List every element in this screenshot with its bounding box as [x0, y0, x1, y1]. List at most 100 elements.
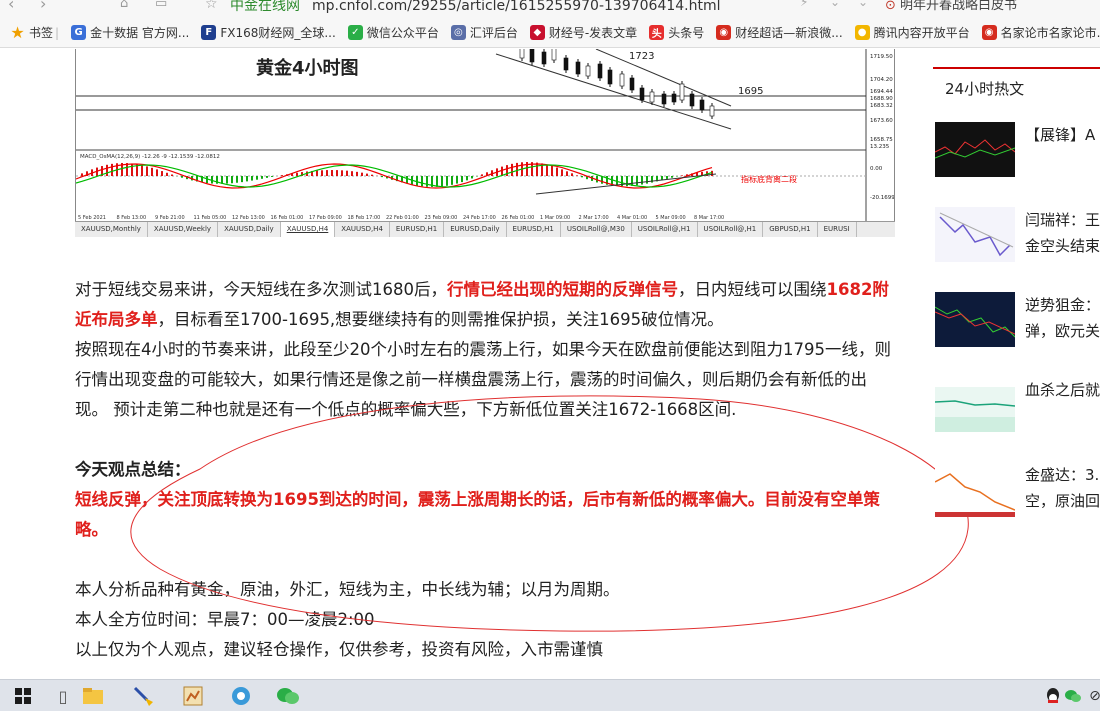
candle-body: [541, 51, 547, 65]
bookmark-item[interactable]: F FX168财经网_全球...: [201, 24, 336, 41]
gold-4h-chart-image: 黄金4小时图 1723 1695 1719.50 1704.20 1694.44 1688.…: [75, 49, 895, 237]
divergence-annotation: 指标底背离二段: [741, 174, 797, 184]
lightning-icon[interactable]: ⚡: [800, 0, 808, 9]
candle-body: [597, 63, 603, 79]
chart-symbol-tabs: XAUUSD,Monthly XAUUSD,Weekly XAUUSD,Daily X…: [75, 221, 895, 237]
title-line: 【展锋】A: [1025, 126, 1096, 144]
chart-tab[interactable]: EURUSD,H1: [390, 222, 445, 237]
article-title[interactable]: 血杀之后就: [1025, 377, 1100, 403]
price-axis-label: -20.1699: [870, 195, 894, 201]
sidebar-hot-articles: 24小时热文 【展锋】A 闫瑞祥：王 金空头结束 逆势狙金： 弹，欧元关血杀之后就金盛达…: [933, 49, 1100, 679]
jin10-icon: G: [71, 25, 87, 40]
label-1695: 1695: [738, 86, 763, 97]
chart-tab[interactable]: XAUUSD,Daily: [218, 222, 281, 237]
url-field[interactable]: 中金在线网 mp.cnfol.com/29255/article/16152559…: [230, 0, 721, 15]
sidebar-article-item[interactable]: 血杀之后就: [933, 377, 1100, 447]
article-thumbnail[interactable]: [935, 377, 1015, 432]
candle-body: [639, 87, 645, 101]
chart-tab[interactable]: USOILRoll@,H1: [632, 222, 698, 237]
article-body: 对于短线交易来讲，今天短线在多次测试1680后，行情已经出现的短期的反弹信号，日…: [75, 275, 895, 665]
caijinghao-icon: ◆: [529, 25, 545, 40]
summary-title: 今天观点总结：: [75, 460, 191, 479]
bookmark-item[interactable]: ● 腾讯内容开放平台: [854, 24, 970, 41]
back-icon[interactable]: ‹: [8, 0, 14, 13]
chart-tab[interactable]: XAUUSD,Monthly: [75, 222, 148, 237]
article-thumbnail[interactable]: [935, 462, 1015, 517]
price-pane-bg: [76, 49, 866, 150]
windows-start-icon[interactable]: [10, 684, 36, 708]
candle-body: [699, 99, 705, 111]
browser-app-icon[interactable]: [228, 684, 254, 708]
text: ，目标看至1700-1695,想要继续持有的则需推保护损，关注1695破位情况。: [157, 310, 724, 329]
bookmark-item[interactable]: ★ 书签 |: [10, 23, 59, 42]
sidebar-article-item[interactable]: 金盛达：3. 空，原油回: [933, 462, 1100, 532]
candle-body: [629, 77, 635, 91]
bookmark-item[interactable]: ◉ 名家论市名家论市...: [981, 24, 1100, 41]
chart-tab[interactable]: USOILRoll@,M30: [561, 222, 632, 237]
chart-tab[interactable]: GBPUSD,H1: [763, 222, 818, 237]
price-axis-label: 1704.20: [870, 77, 893, 83]
bookmark-label: 金十数据 官方网...: [90, 26, 190, 40]
chart-tab[interactable]: XAUUSD,Weekly: [148, 222, 219, 237]
candle-body: [619, 73, 625, 87]
title-line: 闫瑞祥：王: [1025, 211, 1100, 229]
sidebar-article-item[interactable]: 闫瑞祥：王 金空头结束: [933, 207, 1100, 277]
trading-app-icon[interactable]: [180, 684, 206, 708]
search-field[interactable]: ⊙ 明年开春战略白皮书: [885, 0, 1100, 13]
article-thumbnail[interactable]: [935, 207, 1015, 262]
windows-taskbar: ▯ ⊘: [0, 679, 1100, 711]
article-title[interactable]: 逆势狙金： 弹，欧元关: [1025, 292, 1100, 344]
sidebar-rule: [933, 67, 1100, 69]
bookmark-label: 汇评后台: [469, 26, 518, 40]
price-axis-label: 1694.44: [870, 89, 893, 95]
article-title[interactable]: 金盛达：3. 空，原油回: [1025, 462, 1100, 514]
candle-body: [575, 61, 581, 75]
chart-tab[interactable]: XAUUSD,H4: [280, 222, 336, 237]
bookmark-item[interactable]: ◆ 财经号-发表文章: [529, 24, 638, 41]
tabs-icon[interactable]: ▭: [155, 0, 167, 11]
sidebar-article-item[interactable]: 【展锋】A: [933, 122, 1100, 192]
paragraph-4h-rhythm: 按照现在4小时的节奏来讲，此段至少20个小时左右的震荡上行，如果今天在欧盘前便能…: [75, 340, 891, 419]
bookmark-label: 书签: [29, 26, 54, 40]
highlight-text: 行情已经出现的短期的反弹信号: [447, 280, 678, 299]
huiping-icon: ◎: [450, 25, 466, 40]
bookmark-label: 财经号-发表文章: [548, 26, 638, 40]
price-axis-label: 1683.32: [870, 103, 893, 109]
file-explorer-icon[interactable]: [80, 684, 106, 708]
bookmark-item[interactable]: G 金十数据 官方网...: [71, 24, 189, 41]
chart-tab[interactable]: EURUSD,Daily: [444, 222, 507, 237]
chart-tab[interactable]: XAUUSD,H4: [335, 222, 390, 237]
article-thumbnail[interactable]: [935, 292, 1015, 347]
broom-app-icon[interactable]: [130, 684, 156, 708]
summary-text: 短线反弹，关注顶底转换为1695到达的时间，震荡上涨周期长的话，后市有新低的概率…: [75, 490, 880, 539]
candle-body: [607, 69, 613, 85]
bookmark-star-icon[interactable]: ☆: [205, 0, 218, 12]
chevron-down-icon[interactable]: ⌄: [858, 0, 868, 9]
forward-icon[interactable]: ›: [40, 0, 46, 13]
bookmark-item[interactable]: ✓ 微信公众平台: [347, 24, 439, 41]
fx168-icon: F: [201, 25, 217, 40]
search-icon: ⊙: [885, 0, 901, 13]
tencent-icon: ●: [854, 25, 870, 40]
task-view-icon[interactable]: ▯: [50, 684, 76, 708]
home-icon[interactable]: ⌂: [120, 0, 128, 11]
page-content: 黄金4小时图 1723 1695 1719.50 1704.20 1694.44 1688.…: [0, 49, 1100, 679]
title-line: 金盛达：3.: [1025, 466, 1100, 484]
chart-tab[interactable]: USOILRoll@,H1: [698, 222, 764, 237]
wechat-taskbar-icon[interactable]: [275, 684, 301, 708]
weibo-icon: ◉: [981, 25, 997, 40]
chart-tab[interactable]: EURUSD,H1: [507, 222, 561, 237]
article-title[interactable]: 闫瑞祥：王 金空头结束: [1025, 207, 1100, 259]
dropdown-icon[interactable]: ⌄: [830, 0, 840, 9]
bookmark-item[interactable]: 头头条号: [649, 24, 704, 41]
candle-body: [679, 83, 685, 101]
article-title[interactable]: 【展锋】A: [1025, 122, 1095, 148]
network-tray-icon[interactable]: ⊘: [1082, 684, 1100, 708]
bookmark-item[interactable]: ◉ 财经超话—新浪微...: [716, 24, 843, 41]
bookmark-item[interactable]: ◎ 汇评后台: [450, 24, 518, 41]
article-thumbnail[interactable]: [935, 122, 1015, 177]
bookmarks-bar: ★ 书签 | G 金十数据 官方网... F FX168财经网_全球... ✓ 微信公众平台 ◎…: [0, 18, 1100, 48]
sidebar-article-item[interactable]: 逆势狙金： 弹，欧元关: [933, 292, 1100, 362]
sidebar-title: 24小时热文: [945, 80, 1025, 98]
chart-tab[interactable]: EURUSI: [818, 222, 857, 237]
